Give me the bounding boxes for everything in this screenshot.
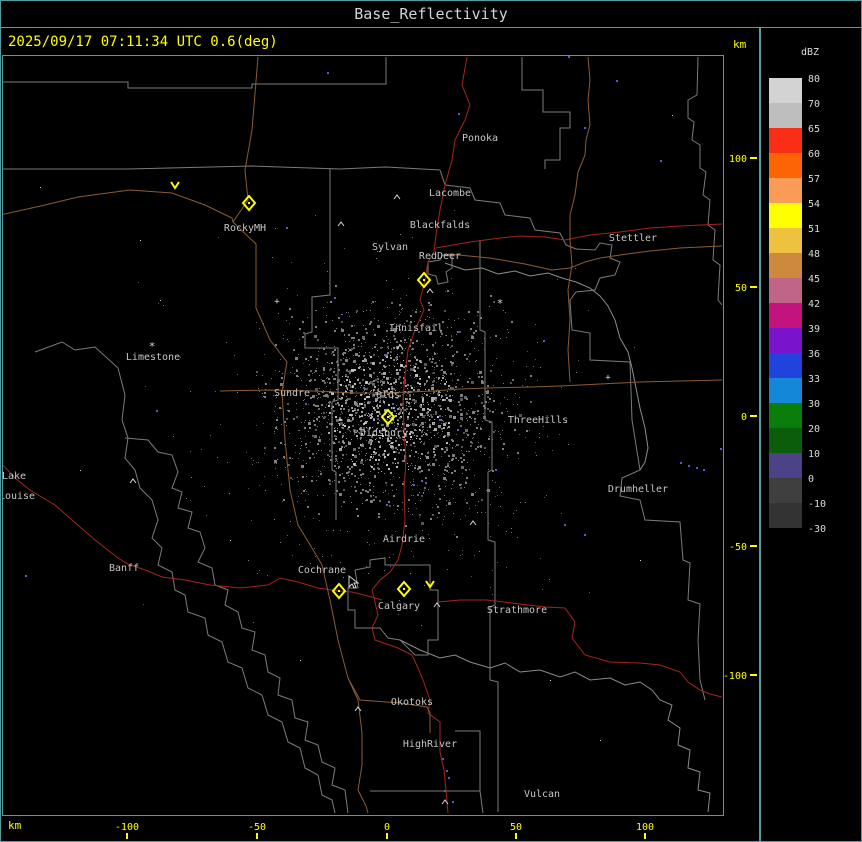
window-frame [0,0,862,842]
radar-app-window: Base_Reflectivity 2025/09/17 07:11:34 UT… [0,0,862,842]
